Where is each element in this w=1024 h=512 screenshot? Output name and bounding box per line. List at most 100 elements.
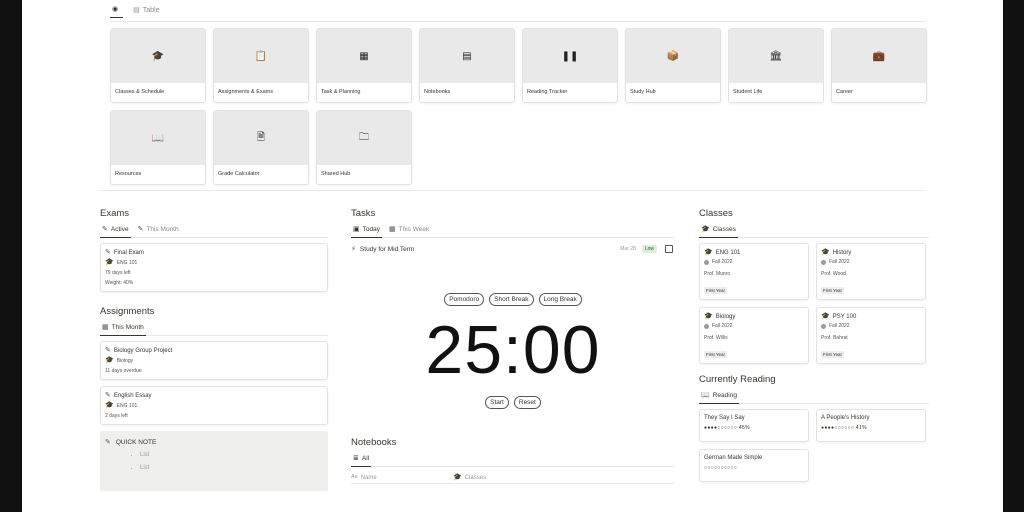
text-property-icon: Aa xyxy=(351,473,358,480)
calendar-icon: ▦ xyxy=(359,50,369,62)
card-cover: ▤ xyxy=(420,29,514,83)
assignment-card[interactable]: ✎ Biology Group Project 🎓 Biology 11 days … xyxy=(100,341,328,380)
gallery-card-grade-calculator[interactable]: 🗎 Grade Calculator xyxy=(213,110,309,185)
calendar-icon: ▦ xyxy=(388,226,396,233)
class-title: 🎓 PSY 100 xyxy=(821,313,921,320)
tab-gallery[interactable]: ◉ xyxy=(110,5,124,18)
pencil-note-icon: ✎ xyxy=(105,347,111,354)
exam-card[interactable]: ✎ Final Exam 🎓 ENG 101 79 days left Weight… xyxy=(100,243,328,292)
tab-reading[interactable]: 📖 Reading xyxy=(699,391,739,404)
book-open-icon: ❚❚ xyxy=(561,50,579,62)
lightning-icon: ⚡ xyxy=(351,245,356,253)
gallery-card-notebooks[interactable]: ▤ Notebooks xyxy=(419,28,515,103)
reset-button[interactable]: Reset xyxy=(513,396,541,409)
reading-tabs: 📖 Reading xyxy=(699,391,929,404)
graduation-cap-icon: 🎓 xyxy=(821,313,830,320)
book-card[interactable]: German Made Simple ○○○○○○○○○○ xyxy=(699,449,809,482)
building-icon: 🏛 xyxy=(769,50,783,62)
task-date: Mar 28 xyxy=(620,246,636,252)
card-title: Student Life xyxy=(733,89,763,95)
class-name: ENG 101 xyxy=(715,249,741,256)
tab-exams-this-month[interactable]: ✎ This Month xyxy=(136,225,181,237)
class-card[interactable]: 🎓 Biology Fall 2022 Prof. Willis First Ye… xyxy=(699,307,809,364)
class-card[interactable]: 🎓 PSY 100 Fall 2022 Prof. Bahrat First Ye… xyxy=(816,307,926,364)
graduation-cap-icon: 🎓 xyxy=(151,50,165,62)
column-header-classes[interactable]: 🎓 Classes xyxy=(453,474,486,481)
card-title: Reading Tracker xyxy=(527,89,568,95)
divider xyxy=(98,190,925,191)
compass-icon: ◉ xyxy=(112,6,119,13)
card-title: Grade Calculator xyxy=(218,171,260,177)
tab-assignments-this-month[interactable]: ▦ This Month xyxy=(100,323,146,336)
graduation-cap-icon: 🎓 xyxy=(105,402,114,409)
exam-course: 🎓 ENG 101 xyxy=(105,259,323,266)
book-title: A People's History xyxy=(821,415,870,421)
class-name: History xyxy=(832,249,852,256)
tab-label: Active xyxy=(110,226,129,233)
book-card[interactable]: They Say I Say ●●●●○○○○○○ 45% xyxy=(699,409,809,442)
graduation-cap-icon: 🎓 xyxy=(701,226,710,233)
assignment-course: 🎓 Biology xyxy=(105,357,323,364)
gallery-card-student-life[interactable]: 🏛 Student Life xyxy=(728,28,824,103)
quick-note-callout[interactable]: ✎ QUICK NOTE List List xyxy=(100,431,328,491)
notebook-icon: ▤ xyxy=(462,50,472,62)
exam-name: Final Exam xyxy=(113,249,144,256)
long-break-button[interactable]: Long Break xyxy=(538,293,582,306)
task-row[interactable]: ⚡ Study for Mid Term Mar 28 Low xyxy=(351,243,675,255)
tab-classes[interactable]: 🎓 Classes xyxy=(699,225,738,238)
briefcase-icon: 💼 xyxy=(872,50,886,62)
notebooks-heading: Notebooks xyxy=(351,437,397,448)
tab-tasks-today[interactable]: ▣ Today xyxy=(351,225,382,238)
tab-table[interactable]: ▤ Table xyxy=(131,6,161,18)
list-item[interactable]: List xyxy=(140,465,323,471)
card-cover: ▦ xyxy=(317,29,411,83)
gallery-card-tasks[interactable]: ▦ Task & Planning xyxy=(316,28,412,103)
assignment-card[interactable]: ✎ English Essay 🎓 ENG 101 2 days left xyxy=(100,386,328,425)
exams-heading: Exams xyxy=(100,208,130,219)
task-checkbox[interactable] xyxy=(665,245,673,253)
assignment-name: Biology Group Project xyxy=(113,347,173,354)
start-button[interactable]: Start xyxy=(485,396,509,409)
tab-notebooks-all[interactable]: ≣ All xyxy=(351,454,372,467)
assignments-tabs: ▦ This Month xyxy=(100,323,328,336)
gallery-card-career[interactable]: 💼 Career xyxy=(831,28,927,103)
pomodoro-button[interactable]: Pomodoro xyxy=(444,293,485,306)
reading-gallery: They Say I Say ●●●●○○○○○○ 45% A People's… xyxy=(699,409,929,482)
reading-progress: ●●●●○○○○○○ 45% xyxy=(704,425,804,431)
gallery-card-study-hub[interactable]: 📦 Study Hub xyxy=(625,28,721,103)
book-card[interactable]: A People's History ●●●●○○○○○○ 41% xyxy=(816,409,926,442)
card-title: Study Hub xyxy=(630,89,656,95)
term-label: Fall 2022 xyxy=(712,259,733,265)
column-label: Classes xyxy=(464,474,487,481)
progress-dots: ●●●●○○○○○○ xyxy=(821,425,855,431)
class-card[interactable]: 🎓 History Fall 2022 Prof. Wood First Year xyxy=(816,243,926,300)
exams-tabs: ✎ Active ✎ This Month xyxy=(100,225,328,238)
progress-percent: 41% xyxy=(855,425,867,431)
table-icon: ▤ xyxy=(133,6,140,14)
gallery-card-resources[interactable]: 📖 Resources xyxy=(110,110,206,185)
card-title: Task & Planning xyxy=(321,89,361,95)
clipboard-icon: 📋 xyxy=(254,50,268,62)
term-label: Fall 2022 xyxy=(829,259,850,265)
tab-tasks-this-week[interactable]: ▦ This Week xyxy=(387,225,431,237)
gallery-card-shared-hub[interactable]: 🗀 Shared Hub xyxy=(316,110,412,185)
class-name: PSY 100 xyxy=(832,313,857,320)
list-item[interactable]: List xyxy=(140,452,323,458)
tab-label: This Month xyxy=(146,226,179,233)
gallery-card-reading[interactable]: ❚❚ Reading Tracker xyxy=(522,28,618,103)
term-label: Fall 2022 xyxy=(829,323,850,329)
progress-dots: ○○○○○○○○○○ xyxy=(704,465,738,471)
short-break-button[interactable]: Short Break xyxy=(489,293,534,306)
card-title: Resources xyxy=(115,171,142,177)
gallery-card-classes[interactable]: 🎓 Classes & Schedule xyxy=(110,28,206,103)
year-tag: First Year xyxy=(704,287,728,294)
gallery-card-assignments[interactable]: 📋 Assignments & Exams xyxy=(213,28,309,103)
card-title: Classes & Schedule xyxy=(115,89,165,95)
assignment-course: 🎓 ENG 101 xyxy=(105,402,323,409)
column-header-name[interactable]: Aa Name xyxy=(351,473,453,480)
tab-exams-active[interactable]: ✎ Active xyxy=(100,225,131,238)
class-card[interactable]: 🎓 ENG 101 Fall 2022 Prof. Munro First Yea… xyxy=(699,243,809,300)
tab-label: Table xyxy=(142,6,160,14)
tab-label: This Week xyxy=(398,226,430,233)
book-title: German Made Simple xyxy=(704,455,763,461)
